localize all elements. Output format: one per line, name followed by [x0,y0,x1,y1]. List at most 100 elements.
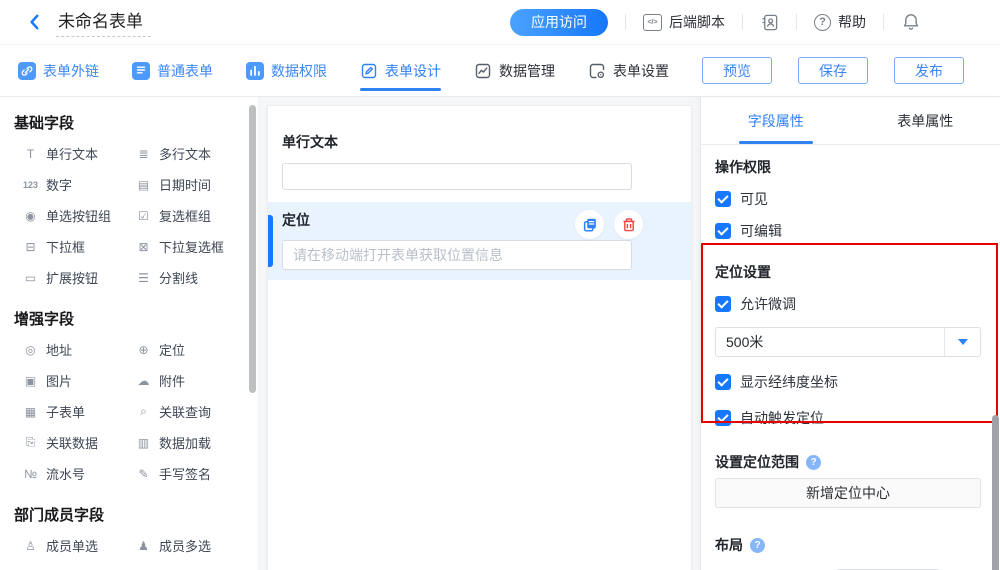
add-location-center-button[interactable]: 新增定位中心 [715,478,981,508]
checked-checkbox-icon[interactable] [715,223,731,239]
checked-checkbox-icon[interactable] [715,191,731,207]
backend-script-button[interactable]: </> 后端脚本 [643,12,725,32]
nav-form-settings[interactable]: 表单设置 [588,45,669,96]
sidebar-item-dropdown-multi[interactable]: ⊠ 下拉复选框 [135,231,258,262]
sidebar-item-linked-query[interactable]: ⌕关联查询 [135,396,258,427]
nav-label: 数据权限 [271,61,327,81]
sidebar-item-datetime[interactable]: ▤日期时间 [135,169,258,200]
chevron-down-icon [958,339,968,345]
field-single-line-text[interactable]: 单行文本 [268,106,691,190]
location-range-header: 设置定位范围 ? [715,452,980,472]
enhanced-fields-grid: ◎ 地址 ⊕定位 ▣图片 ☁附件 ▦子表单 ⌕关联查询 ⎘关联数据 ▥数据加载 №… [0,334,258,489]
serial-number-icon: № [22,467,39,481]
sidebar-item-member-multi[interactable]: ♟成员多选 [135,530,258,561]
item-label: 分割线 [159,268,198,287]
nav-label: 数据管理 [499,61,555,81]
sidebar-item-location[interactable]: ⊕定位 [135,334,258,365]
help-circle-icon[interactable]: ? [750,538,765,553]
checkbox-allow-adjust[interactable]: 允许微调 [715,294,980,314]
sidebar-item-checkbox-group[interactable]: ☑复选框组 [135,200,258,231]
help-button[interactable]: ? 帮助 [814,12,866,32]
sidebar-item-data-load[interactable]: ▥数据加载 [135,427,258,458]
panel-scrollbar[interactable] [992,415,999,570]
nav-label: 表单设置 [613,61,669,81]
item-label: 地址 [46,340,72,359]
selected-indicator-bar [268,215,273,267]
nav-data-manage[interactable]: 数据管理 [474,45,555,96]
location-input[interactable] [282,240,632,270]
tab-field-properties[interactable]: 字段属性 [701,97,851,144]
nav-data-permission[interactable]: 数据权限 [246,45,327,96]
code-icon: </> [643,14,662,31]
range-select[interactable]: 500米 [715,327,981,357]
backend-script-label: 后端脚本 [669,12,725,32]
sidebar-item-divider-line[interactable]: ☰ 分割线 [135,262,258,293]
single-line-text-icon: T [22,147,39,161]
sidebar-item-single-line-text[interactable]: T单行文本 [22,138,135,169]
nav-normal-form[interactable]: 普通表单 [132,45,213,96]
sidebar-item-signature[interactable]: ✎手写签名 [135,458,258,489]
help-icon: ? [814,14,831,31]
sidebar-item-subform[interactable]: ▦子表单 [22,396,135,427]
nav-label: 表单外链 [43,61,99,81]
save-button[interactable]: 保存 [798,57,868,84]
sidebar-item-member-single[interactable]: ♙成员单选 [22,530,135,561]
sidebar-item-address[interactable]: ◎ 地址 [22,334,135,365]
nav-form-design[interactable]: 表单设计 [360,45,441,96]
field-library-sidebar: 基础字段 T单行文本 ≣多行文本 123数字 ▤日期时间 ◉单选按钮组 ☑复选框… [0,97,259,570]
preview-button[interactable]: 预览 [702,57,772,84]
form-title[interactable]: 未命名表单 [56,7,151,37]
select-arrow-cell[interactable] [944,328,980,356]
nav-form-external-link[interactable]: 表单外链 [18,45,99,96]
checked-checkbox-icon[interactable] [715,296,731,312]
dept-member-fields-grid: ♙成员单选 ♟成员多选 ⌂部门单选 ⊞部门多选 [0,530,258,570]
notification-button[interactable] [901,12,921,32]
item-label: 关联数据 [46,433,98,452]
sidebar-item-linked-data[interactable]: ⎘关联数据 [22,427,135,458]
item-label: 下拉复选框 [159,237,224,256]
address-icon: ◎ [22,343,39,357]
checked-checkbox-icon[interactable] [715,410,731,426]
checkbox-label: 允许微调 [740,294,796,314]
item-label: 流水号 [46,464,85,483]
sidebar-item-attachment[interactable]: ☁附件 [135,365,258,396]
checkbox-editable[interactable]: 可编辑 [715,221,980,241]
help-circle-icon[interactable]: ? [806,455,821,470]
field-label: 定位 [282,210,310,230]
copy-field-button[interactable] [575,210,604,239]
sidebar-item-dept-multi[interactable]: ⊞部门多选 [135,561,258,570]
checkbox-label: 显示经纬度坐标 [740,372,838,392]
section-title-enhanced-fields: 增强字段 [14,308,258,329]
dropdown-multi-icon: ⊠ [135,240,152,254]
sidebar-item-dropdown[interactable]: ⊟下拉框 [22,231,135,262]
user-avatar[interactable] [939,7,970,38]
field-location-selected[interactable]: 定位 [268,202,691,280]
address-book-icon [760,13,779,32]
contacts-button[interactable] [760,13,779,32]
checkbox-show-coords[interactable]: 显示经纬度坐标 [715,372,980,392]
sidebar-item-radio-group[interactable]: ◉单选按钮组 [22,200,135,231]
sidebar-item-number[interactable]: 123数字 [22,169,135,200]
divider-line-icon: ☰ [135,271,152,285]
item-label: 成员多选 [159,536,211,555]
checkbox-visible[interactable]: 可见 [715,189,980,209]
app-access-button[interactable]: 应用访问 [510,9,608,36]
back-button[interactable] [24,11,46,33]
sidebar-item-serial-number[interactable]: № 流水号 [22,458,135,489]
sidebar-item-extend-button[interactable]: ▭扩展按钮 [22,262,135,293]
checkbox-auto-trigger[interactable]: 自动触发定位 [715,408,980,428]
sidebar-item-dept-single[interactable]: ⌂部门单选 [22,561,135,570]
sidebar-item-multi-line-text[interactable]: ≣多行文本 [135,138,258,169]
single-line-text-input[interactable] [282,163,632,190]
header-divider [883,14,884,30]
header-divider [625,14,626,30]
sidebar-item-image[interactable]: ▣图片 [22,365,135,396]
checked-checkbox-icon[interactable] [715,374,731,390]
attachment-icon: ☁ [135,374,152,388]
sidebar-scrollbar[interactable] [249,105,256,393]
publish-button[interactable]: 发布 [894,57,964,84]
tab-form-properties[interactable]: 表单属性 [851,97,1000,144]
delete-field-button[interactable] [614,210,643,239]
form-designer-page: 未命名表单 应用访问 </> 后端脚本 ? 帮助 [0,0,1000,570]
subform-icon: ▦ [22,405,39,419]
